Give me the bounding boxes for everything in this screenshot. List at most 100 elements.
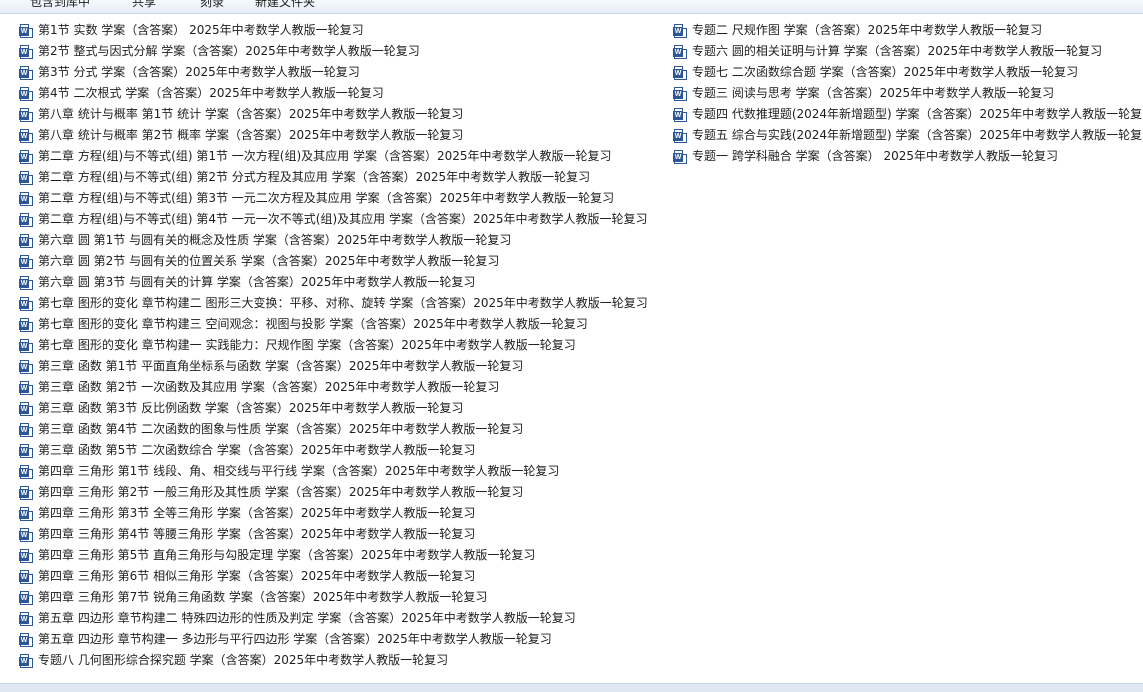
file-name: 第四章 三角形 第3节 全等三角形 学案（含答案）2025年中考数学人教版一轮复… [38,506,476,520]
file-name: 第二章 方程(组)与不等式(组) 第2节 分式方程及其应用 学案（含答案）202… [38,170,591,184]
file-name: 第七章 图形的变化 章节构建二 图形三大变换：平移、对称、旋转 学案（含答案）2… [38,296,648,310]
file-name: 专题三 阅读与思考 学案（含答案）2025年中考数学人教版一轮复习 [692,86,1055,100]
file-name: 第3节 分式 学案（含答案）2025年中考数学人教版一轮复习 [38,65,360,79]
file-item[interactable]: W 第八章 统计与概率 第1节 统计 学案（含答案）2025年中考数学人教版一轮复… [19,104,648,125]
word-document-icon: W [19,44,33,59]
explorer-toolbar: 包含到库中 共享 刻录 新建文件夹 [0,0,1143,14]
word-document-icon: W [19,338,33,353]
word-document-icon: W [19,590,33,605]
word-document-icon: W [19,86,33,101]
file-name: 第七章 图形的变化 章节构建三 空间观念：视图与投影 学案（含答案）2025年中… [38,317,588,331]
file-item[interactable]: W 专题二 尺规作图 学案（含答案）2025年中考数学人教版一轮复习 [673,20,1143,41]
file-item[interactable]: W 第三章 函数 第5节 二次函数综合 学案（含答案）2025年中考数学人教版一轮… [19,440,648,461]
word-document-icon: W [673,149,687,164]
file-item[interactable]: W 第七章 图形的变化 章节构建三 空间观念：视图与投影 学案（含答案）2025年… [19,314,648,335]
file-item[interactable]: W 专题六 圆的相关证明与计算 学案（含答案）2025年中考数学人教版一轮复习 [673,41,1143,62]
word-document-icon: W [19,422,33,437]
word-document-icon: W [19,149,33,164]
word-document-icon: W [19,191,33,206]
file-name: 专题八 几何图形综合探究题 学案（含答案）2025年中考数学人教版一轮复习 [38,653,449,667]
file-name: 第五章 四边形 章节构建二 特殊四边形的性质及判定 学案（含答案）2025年中考… [38,611,576,625]
word-document-icon: W [673,65,687,80]
file-name: 第二章 方程(组)与不等式(组) 第4节 一元一次不等式(组)及其应用 学案（含… [38,212,648,226]
file-item[interactable]: W 第4节 二次根式 学案（含答案）2025年中考数学人教版一轮复习 [19,83,648,104]
file-item[interactable]: W 第二章 方程(组)与不等式(组) 第1节 一次方程(组)及其应用 学案（含答案… [19,146,648,167]
file-item[interactable]: W 第二章 方程(组)与不等式(组) 第2节 分式方程及其应用 学案（含答案）20… [19,167,648,188]
file-name: 专题一 跨学科融合 学案（含答案） 2025年中考数学人教版一轮复习 [692,149,1058,163]
file-item[interactable]: W 第六章 圆 第1节 与圆有关的概念及性质 学案（含答案）2025年中考数学人教… [19,230,648,251]
file-item[interactable]: W 第四章 三角形 第1节 线段、角、相交线与平行线 学案（含答案）2025年中考… [19,461,648,482]
file-column-left: W 第1节 实数 学案（含答案） 2025年中考数学人教版一轮复习 W 第2节 整式与… [19,20,648,671]
file-name: 第三章 函数 第5节 二次函数综合 学案（含答案）2025年中考数学人教版一轮复… [38,443,476,457]
file-item[interactable]: W 第四章 三角形 第4节 等腰三角形 学案（含答案）2025年中考数学人教版一轮… [19,524,648,545]
file-name: 第四章 三角形 第4节 等腰三角形 学案（含答案）2025年中考数学人教版一轮复… [38,527,476,541]
file-item[interactable]: W 第3节 分式 学案（含答案）2025年中考数学人教版一轮复习 [19,62,648,83]
word-document-icon: W [19,464,33,479]
file-item[interactable]: W 第七章 图形的变化 章节构建二 图形三大变换：平移、对称、旋转 学案（含答案）… [19,293,648,314]
file-item[interactable]: W 第四章 三角形 第5节 直角三角形与勾股定理 学案（含答案）2025年中考数学… [19,545,648,566]
file-item[interactable]: W 第六章 圆 第3节 与圆有关的计算 学案（含答案）2025年中考数学人教版一轮… [19,272,648,293]
file-name: 第四章 三角形 第2节 一般三角形及其性质 学案（含答案）2025年中考数学人教… [38,485,524,499]
file-item[interactable]: W 第五章 四边形 章节构建一 多边形与平行四边形 学案（含答案）2025年中考数… [19,629,648,650]
file-name: 第八章 统计与概率 第1节 统计 学案（含答案）2025年中考数学人教版一轮复习 [38,107,464,121]
file-name: 第六章 圆 第3节 与圆有关的计算 学案（含答案）2025年中考数学人教版一轮复… [38,275,476,289]
file-item[interactable]: W 专题四 代数推理题(2024年新增题型) 学案（含答案）2025年中考数学人教… [673,104,1143,125]
file-name: 第七章 图形的变化 章节构建一 实践能力：尺规作图 学案（含答案）2025年中考… [38,338,576,352]
word-document-icon: W [19,527,33,542]
file-column-right: W 专题二 尺规作图 学案（含答案）2025年中考数学人教版一轮复习 W 专题六 圆的… [673,20,1143,167]
file-item[interactable]: W 第四章 三角形 第2节 一般三角形及其性质 学案（含答案）2025年中考数学人… [19,482,648,503]
file-name: 专题六 圆的相关证明与计算 学案（含答案）2025年中考数学人教版一轮复习 [692,44,1103,58]
new-folder-button[interactable]: 新建文件夹 [255,0,315,10]
file-name: 第四章 三角形 第7节 锐角三角函数 学案（含答案）2025年中考数学人教版一轮… [38,590,488,604]
file-item[interactable]: W 第五章 四边形 章节构建二 特殊四边形的性质及判定 学案（含答案）2025年中… [19,608,648,629]
file-name: 第六章 圆 第1节 与圆有关的概念及性质 学案（含答案）2025年中考数学人教版… [38,233,512,247]
word-document-icon: W [19,548,33,563]
word-document-icon: W [19,107,33,122]
file-item[interactable]: W 第四章 三角形 第7节 锐角三角函数 学案（含答案）2025年中考数学人教版一… [19,587,648,608]
file-item[interactable]: W 第三章 函数 第4节 二次函数的图象与性质 学案（含答案）2025年中考数学人… [19,419,648,440]
file-item[interactable]: W 第二章 方程(组)与不等式(组) 第3节 一元二次方程及其应用 学案（含答案）… [19,188,648,209]
file-item[interactable]: W 专题七 二次函数综合题 学案（含答案）2025年中考数学人教版一轮复习 [673,62,1143,83]
file-name: 专题七 二次函数综合题 学案（含答案）2025年中考数学人教版一轮复习 [692,65,1079,79]
file-item[interactable]: W 第七章 图形的变化 章节构建一 实践能力：尺规作图 学案（含答案）2025年中… [19,335,648,356]
word-document-icon: W [19,506,33,521]
status-bar [0,683,1143,692]
file-item[interactable]: W 第二章 方程(组)与不等式(组) 第4节 一元一次不等式(组)及其应用 学案（… [19,209,648,230]
word-document-icon: W [19,170,33,185]
word-document-icon: W [19,317,33,332]
file-item[interactable]: W 专题一 跨学科融合 学案（含答案） 2025年中考数学人教版一轮复习 [673,146,1143,167]
file-item[interactable]: W 第2节 整式与因式分解 学案（含答案）2025年中考数学人教版一轮复习 [19,41,648,62]
word-document-icon: W [19,296,33,311]
file-list-view[interactable]: W 第1节 实数 学案（含答案） 2025年中考数学人教版一轮复习 W 第2节 整式与… [10,14,1143,684]
word-document-icon: W [19,23,33,38]
word-document-icon: W [19,254,33,269]
file-item[interactable]: W 第三章 函数 第2节 一次函数及其应用 学案（含答案）2025年中考数学人教版… [19,377,648,398]
file-item[interactable]: W 专题八 几何图形综合探究题 学案（含答案）2025年中考数学人教版一轮复习 [19,650,648,671]
file-item[interactable]: W 第四章 三角形 第6节 相似三角形 学案（含答案）2025年中考数学人教版一轮… [19,566,648,587]
file-item[interactable]: W 第四章 三角形 第3节 全等三角形 学案（含答案）2025年中考数学人教版一轮… [19,503,648,524]
file-item[interactable]: W 第1节 实数 学案（含答案） 2025年中考数学人教版一轮复习 [19,20,648,41]
share-button[interactable]: 共享 [132,0,156,10]
file-name: 第1节 实数 学案（含答案） 2025年中考数学人教版一轮复习 [38,23,364,37]
file-name: 第三章 函数 第1节 平面直角坐标系与函数 学案（含答案）2025年中考数学人教… [38,359,524,373]
burn-button[interactable]: 刻录 [200,0,224,10]
word-document-icon: W [19,212,33,227]
file-name: 专题二 尺规作图 学案（含答案）2025年中考数学人教版一轮复习 [692,23,1043,37]
word-document-icon: W [19,485,33,500]
file-name: 第三章 函数 第4节 二次函数的图象与性质 学案（含答案）2025年中考数学人教… [38,422,524,436]
file-item[interactable]: W 第三章 函数 第1节 平面直角坐标系与函数 学案（含答案）2025年中考数学人… [19,356,648,377]
file-item[interactable]: W 专题五 综合与实践(2024年新增题型) 学案（含答案）2025年中考数学人教… [673,125,1143,146]
file-item[interactable]: W 专题三 阅读与思考 学案（含答案）2025年中考数学人教版一轮复习 [673,83,1143,104]
word-document-icon: W [19,275,33,290]
file-item[interactable]: W 第八章 统计与概率 第2节 概率 学案（含答案）2025年中考数学人教版一轮复… [19,125,648,146]
word-document-icon: W [673,23,687,38]
file-name: 第2节 整式与因式分解 学案（含答案）2025年中考数学人教版一轮复习 [38,44,420,58]
include-in-library-button[interactable]: 包含到库中 [30,0,90,10]
file-name: 第二章 方程(组)与不等式(组) 第3节 一元二次方程及其应用 学案（含答案）2… [38,191,615,205]
file-item[interactable]: W 第六章 圆 第2节 与圆有关的位置关系 学案（含答案）2025年中考数学人教版… [19,251,648,272]
file-name: 专题四 代数推理题(2024年新增题型) 学案（含答案）2025年中考数学人教版… [692,107,1143,121]
word-document-icon: W [19,653,33,668]
word-document-icon: W [673,44,687,59]
word-document-icon: W [19,632,33,647]
file-item[interactable]: W 第三章 函数 第3节 反比例函数 学案（含答案）2025年中考数学人教版一轮复… [19,398,648,419]
